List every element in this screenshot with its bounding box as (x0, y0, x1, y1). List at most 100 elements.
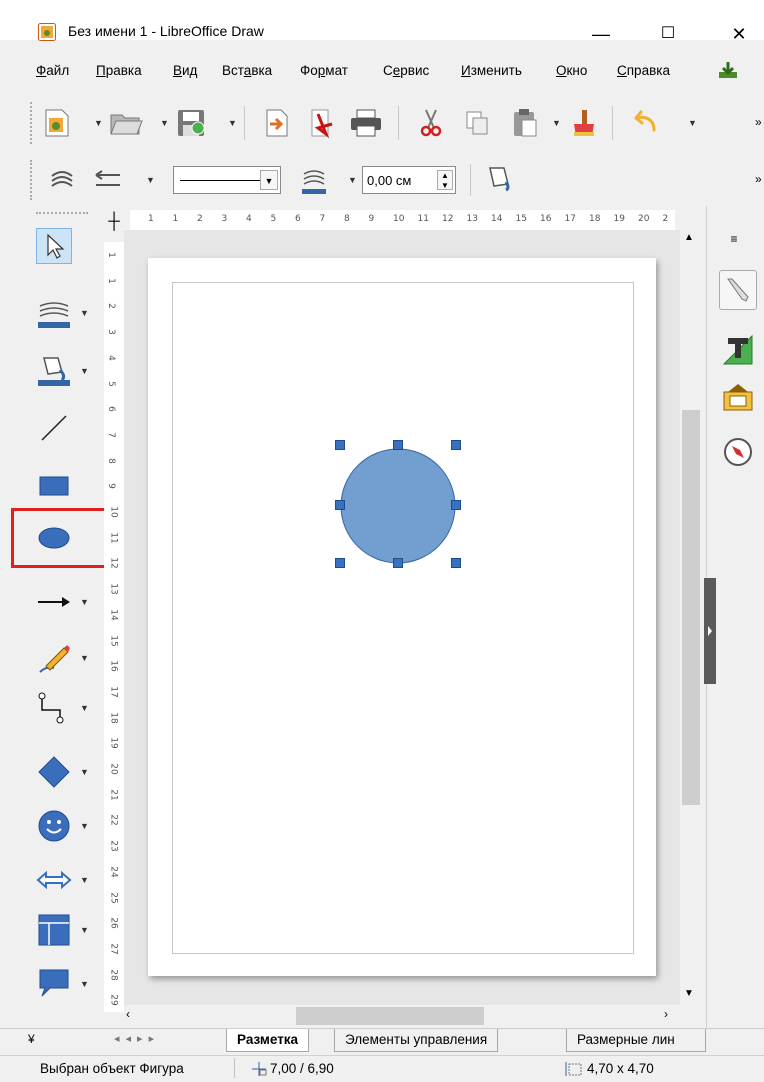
toolbar-overflow-chevron-icon[interactable]: » (755, 172, 762, 186)
selection-handle[interactable] (393, 440, 403, 450)
toolbar-grip[interactable] (30, 102, 36, 144)
gallery-icon[interactable] (722, 382, 754, 414)
line-width-stepper[interactable]: 0,00 см ▲ ▼ (362, 166, 456, 194)
scroll-up-icon[interactable]: ▲ (684, 232, 694, 243)
symbol-shapes-dropdown-arrow[interactable]: ▼ (80, 821, 89, 831)
tab-layout[interactable]: Разметка (226, 1029, 310, 1052)
line-color-dropdown-arrow[interactable]: ▼ (348, 175, 357, 185)
menu-modify[interactable]: Изменить (461, 63, 522, 78)
select-tool-icon[interactable] (36, 228, 72, 264)
undo-icon[interactable] (624, 106, 664, 140)
clone-formatting-icon[interactable] (566, 106, 600, 140)
chevron-down-icon[interactable]: ▼ (260, 170, 278, 190)
line-ends-with-arrow-tool-icon[interactable] (36, 584, 72, 620)
tab-dimension-lines[interactable]: Размерные лин (566, 1029, 706, 1052)
flowchart-icon[interactable] (36, 912, 72, 948)
menu-insert[interactable]: Вставка (222, 63, 272, 78)
menu-file[interactable]: Файл (36, 63, 69, 78)
selection-handle[interactable] (335, 500, 345, 510)
scroll-left-icon[interactable]: ‹ (126, 1007, 130, 1021)
properties-wrench-icon[interactable] (719, 270, 757, 310)
line-tool-icon[interactable] (36, 410, 72, 446)
rectangle-tool-icon[interactable] (36, 468, 72, 504)
pencil-tool-dropdown-arrow[interactable]: ▼ (80, 653, 89, 663)
print-icon[interactable] (348, 106, 384, 140)
line-style-select[interactable]: ▼ (173, 166, 281, 194)
paste-dropdown-arrow[interactable]: ▼ (552, 118, 561, 128)
menu-view[interactable]: Вид (173, 63, 197, 78)
update-available-icon[interactable] (717, 60, 739, 80)
block-arrows-dropdown-arrow[interactable]: ▼ (80, 875, 89, 885)
arrow-style-dropdown-arrow[interactable]: ▼ (146, 175, 155, 185)
tab-controls[interactable]: Элементы управления (334, 1029, 499, 1052)
selection-handle[interactable] (451, 558, 461, 568)
line-properties-icon[interactable] (46, 164, 78, 196)
selection-handle[interactable] (393, 558, 403, 568)
styles-icon[interactable] (722, 334, 754, 366)
open-dropdown-arrow[interactable]: ▼ (160, 118, 169, 128)
spin-buttons[interactable]: ▲ ▼ (437, 170, 453, 190)
menu-edit[interactable]: Правка (96, 63, 142, 78)
connector-tool-dropdown-arrow[interactable]: ▼ (80, 703, 89, 713)
tab-bar-menu-icon[interactable]: ¥ (28, 1032, 35, 1046)
toolbar-grip[interactable] (36, 212, 88, 218)
block-arrows-icon[interactable] (36, 862, 72, 898)
tab-navigation-arrows-icon[interactable]: ◂◂▸▸ (114, 1032, 160, 1045)
menu-format[interactable]: Формат (300, 63, 348, 78)
symbol-shapes-smiley-icon[interactable] (36, 808, 72, 844)
new-document-icon[interactable] (40, 106, 74, 140)
selection-handle[interactable] (451, 440, 461, 450)
line-color-tool-icon[interactable] (36, 294, 72, 330)
freeform-pencil-tool-icon[interactable] (36, 640, 72, 676)
callout-shapes-icon[interactable] (36, 966, 72, 1002)
callout-shapes-dropdown-arrow[interactable]: ▼ (80, 979, 89, 989)
open-folder-icon[interactable] (108, 106, 144, 140)
export-pdf-icon[interactable] (304, 106, 338, 140)
save-icon[interactable] (174, 106, 208, 140)
vertical-ruler[interactable]: 1 1 2 3 4 5 6 7 8 9 10 11 12 13 14 15 16 17 18 19 20 21 22 23 24… (104, 242, 125, 1012)
menu-help[interactable]: Справка (617, 63, 670, 78)
horizontal-scrollbar-thumb[interactable] (296, 1007, 484, 1025)
flowchart-dropdown-arrow[interactable]: ▼ (80, 925, 89, 935)
fill-color-dropdown-arrow[interactable]: ▼ (80, 366, 89, 376)
copy-icon[interactable] (460, 106, 494, 140)
toolbar-grip[interactable] (30, 160, 36, 200)
connector-tool-icon[interactable] (36, 690, 72, 726)
arrow-style-icon[interactable] (92, 164, 124, 196)
toolbar-overflow-chevron-icon[interactable]: » (755, 115, 762, 129)
close-button[interactable]: ✕ (716, 14, 762, 54)
selection-handle[interactable] (451, 500, 461, 510)
selection-handle[interactable] (335, 558, 345, 568)
scroll-right-icon[interactable]: › (664, 1007, 668, 1021)
arrow-tool-dropdown-arrow[interactable]: ▼ (80, 597, 89, 607)
area-style-icon[interactable] (482, 162, 516, 196)
separator (398, 106, 399, 140)
basic-shapes-diamond-icon[interactable] (36, 754, 72, 790)
selection-handle[interactable] (335, 440, 345, 450)
basic-shapes-dropdown-arrow[interactable]: ▼ (80, 767, 89, 777)
menu-tools[interactable]: Сервис (383, 63, 429, 78)
fill-color-tool-icon[interactable] (36, 352, 72, 388)
line-color-icon[interactable] (298, 164, 330, 196)
save-dropdown-arrow[interactable]: ▼ (228, 118, 237, 128)
window-title: Без имени 1 - LibreOffice Draw (68, 23, 264, 39)
export-icon[interactable] (260, 106, 294, 140)
sidebar-menu-icon[interactable]: ≡ (724, 232, 744, 252)
vertical-scrollbar-thumb[interactable] (682, 410, 700, 805)
menu-window[interactable]: Окно (556, 63, 587, 78)
scroll-down-icon[interactable]: ▼ (684, 988, 694, 999)
line-color-dropdown-arrow[interactable]: ▼ (80, 308, 89, 318)
horizontal-ruler[interactable]: 1 1 2 3 4 5 6 7 8 9 10 11 12 13 14 15 16 17 18 19 20 2 (130, 210, 675, 231)
ruler-tick-label: 29 (108, 994, 119, 1007)
ruler-tick-label: 22 (108, 814, 119, 827)
navigator-compass-icon[interactable] (722, 436, 754, 468)
minimize-button[interactable]: — (578, 14, 624, 54)
cut-icon[interactable] (414, 106, 448, 140)
maximize-button[interactable]: ☐ (645, 14, 691, 54)
undo-dropdown-arrow[interactable]: ▼ (688, 118, 697, 128)
sidebar-collapse-handle[interactable] (704, 578, 716, 684)
paste-icon[interactable] (508, 106, 542, 140)
ruler-origin-icon[interactable]: ┼ (104, 212, 124, 232)
new-dropdown-arrow[interactable]: ▼ (94, 118, 103, 128)
selected-circle-shape[interactable] (340, 444, 458, 564)
